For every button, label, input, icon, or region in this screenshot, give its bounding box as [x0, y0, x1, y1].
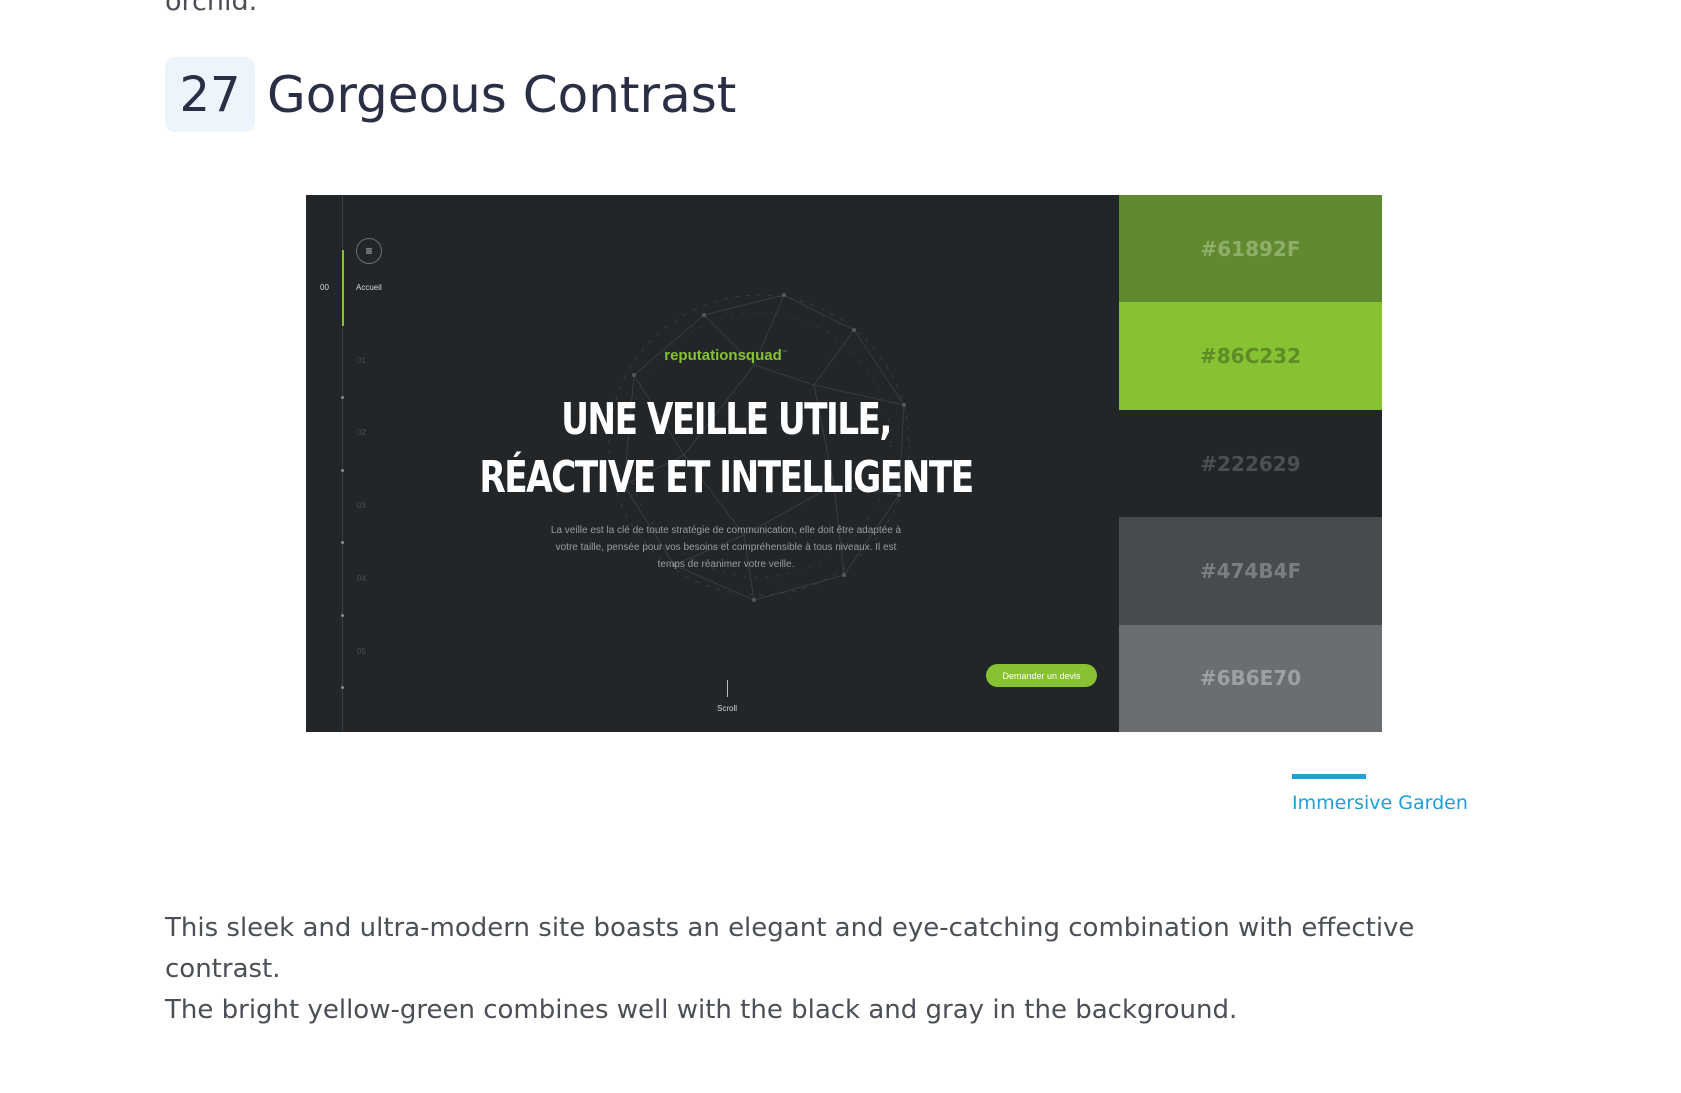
nav-active-number: 00 — [320, 283, 329, 292]
section-title: Gorgeous Contrast — [267, 65, 737, 124]
nav-dot — [341, 686, 344, 689]
nav-dot — [341, 469, 344, 472]
scroll-indicator-line — [727, 680, 728, 697]
hero-line-2: RÉACTIVE ET INTELLIGENTE — [479, 452, 974, 503]
section-number: 27 — [165, 57, 255, 132]
brand-logo: reputationsquad™ — [664, 347, 788, 364]
previous-paragraph-tail: orchid. — [165, 0, 258, 17]
website-screenshot: ≡ 00 Accueil 01 02 03 04 05 reputationsq… — [306, 195, 1119, 732]
hero-lead-text: La veille est la clé de toute stratégie … — [550, 525, 902, 570]
color-swatch: #6B6E70 — [1119, 624, 1382, 733]
section-heading: 27 Gorgeous Contrast — [165, 57, 736, 132]
hero-headline: UNE VEILLE UTILE, RÉACTIVE ET INTELLIGEN… — [398, 391, 1053, 507]
color-swatch: #61892F — [1119, 195, 1382, 303]
nav-active-label: Accueil — [356, 283, 382, 292]
nav-item: 04 — [357, 574, 366, 583]
request-quote-button: Demander un devis — [986, 664, 1097, 687]
description-line-1: This sleek and ultra-modern site boasts … — [165, 913, 1415, 984]
hamburger-icon: ≡ — [356, 238, 382, 264]
color-swatch: #222629 — [1119, 409, 1382, 518]
hero-line-1: UNE VEILLE UTILE, — [561, 394, 892, 445]
credit-accent-bar — [1292, 774, 1366, 779]
description-line-2: The bright yellow-green combines well wi… — [165, 995, 1238, 1025]
color-swatch: #474B4F — [1119, 517, 1382, 625]
nav-item: 03 — [357, 501, 366, 510]
color-swatch: #86C232 — [1119, 302, 1382, 410]
nav-item: 02 — [357, 428, 366, 437]
nav-dot — [341, 541, 344, 544]
description-paragraph: This sleek and ultra-modern site boasts … — [165, 908, 1505, 1031]
credit-link[interactable]: Immersive Garden — [1292, 792, 1468, 814]
website-screenshot-figure: ≡ 00 Accueil 01 02 03 04 05 reputationsq… — [306, 195, 1382, 733]
nav-dot — [341, 614, 344, 617]
scroll-label: Scroll — [717, 704, 738, 713]
nav-rail-active — [342, 250, 344, 326]
nav-item: 05 — [357, 647, 366, 656]
color-palette: #61892F #86C232 #222629 #474B4F #6B6E70 — [1119, 195, 1382, 733]
nav-dot — [341, 396, 344, 399]
